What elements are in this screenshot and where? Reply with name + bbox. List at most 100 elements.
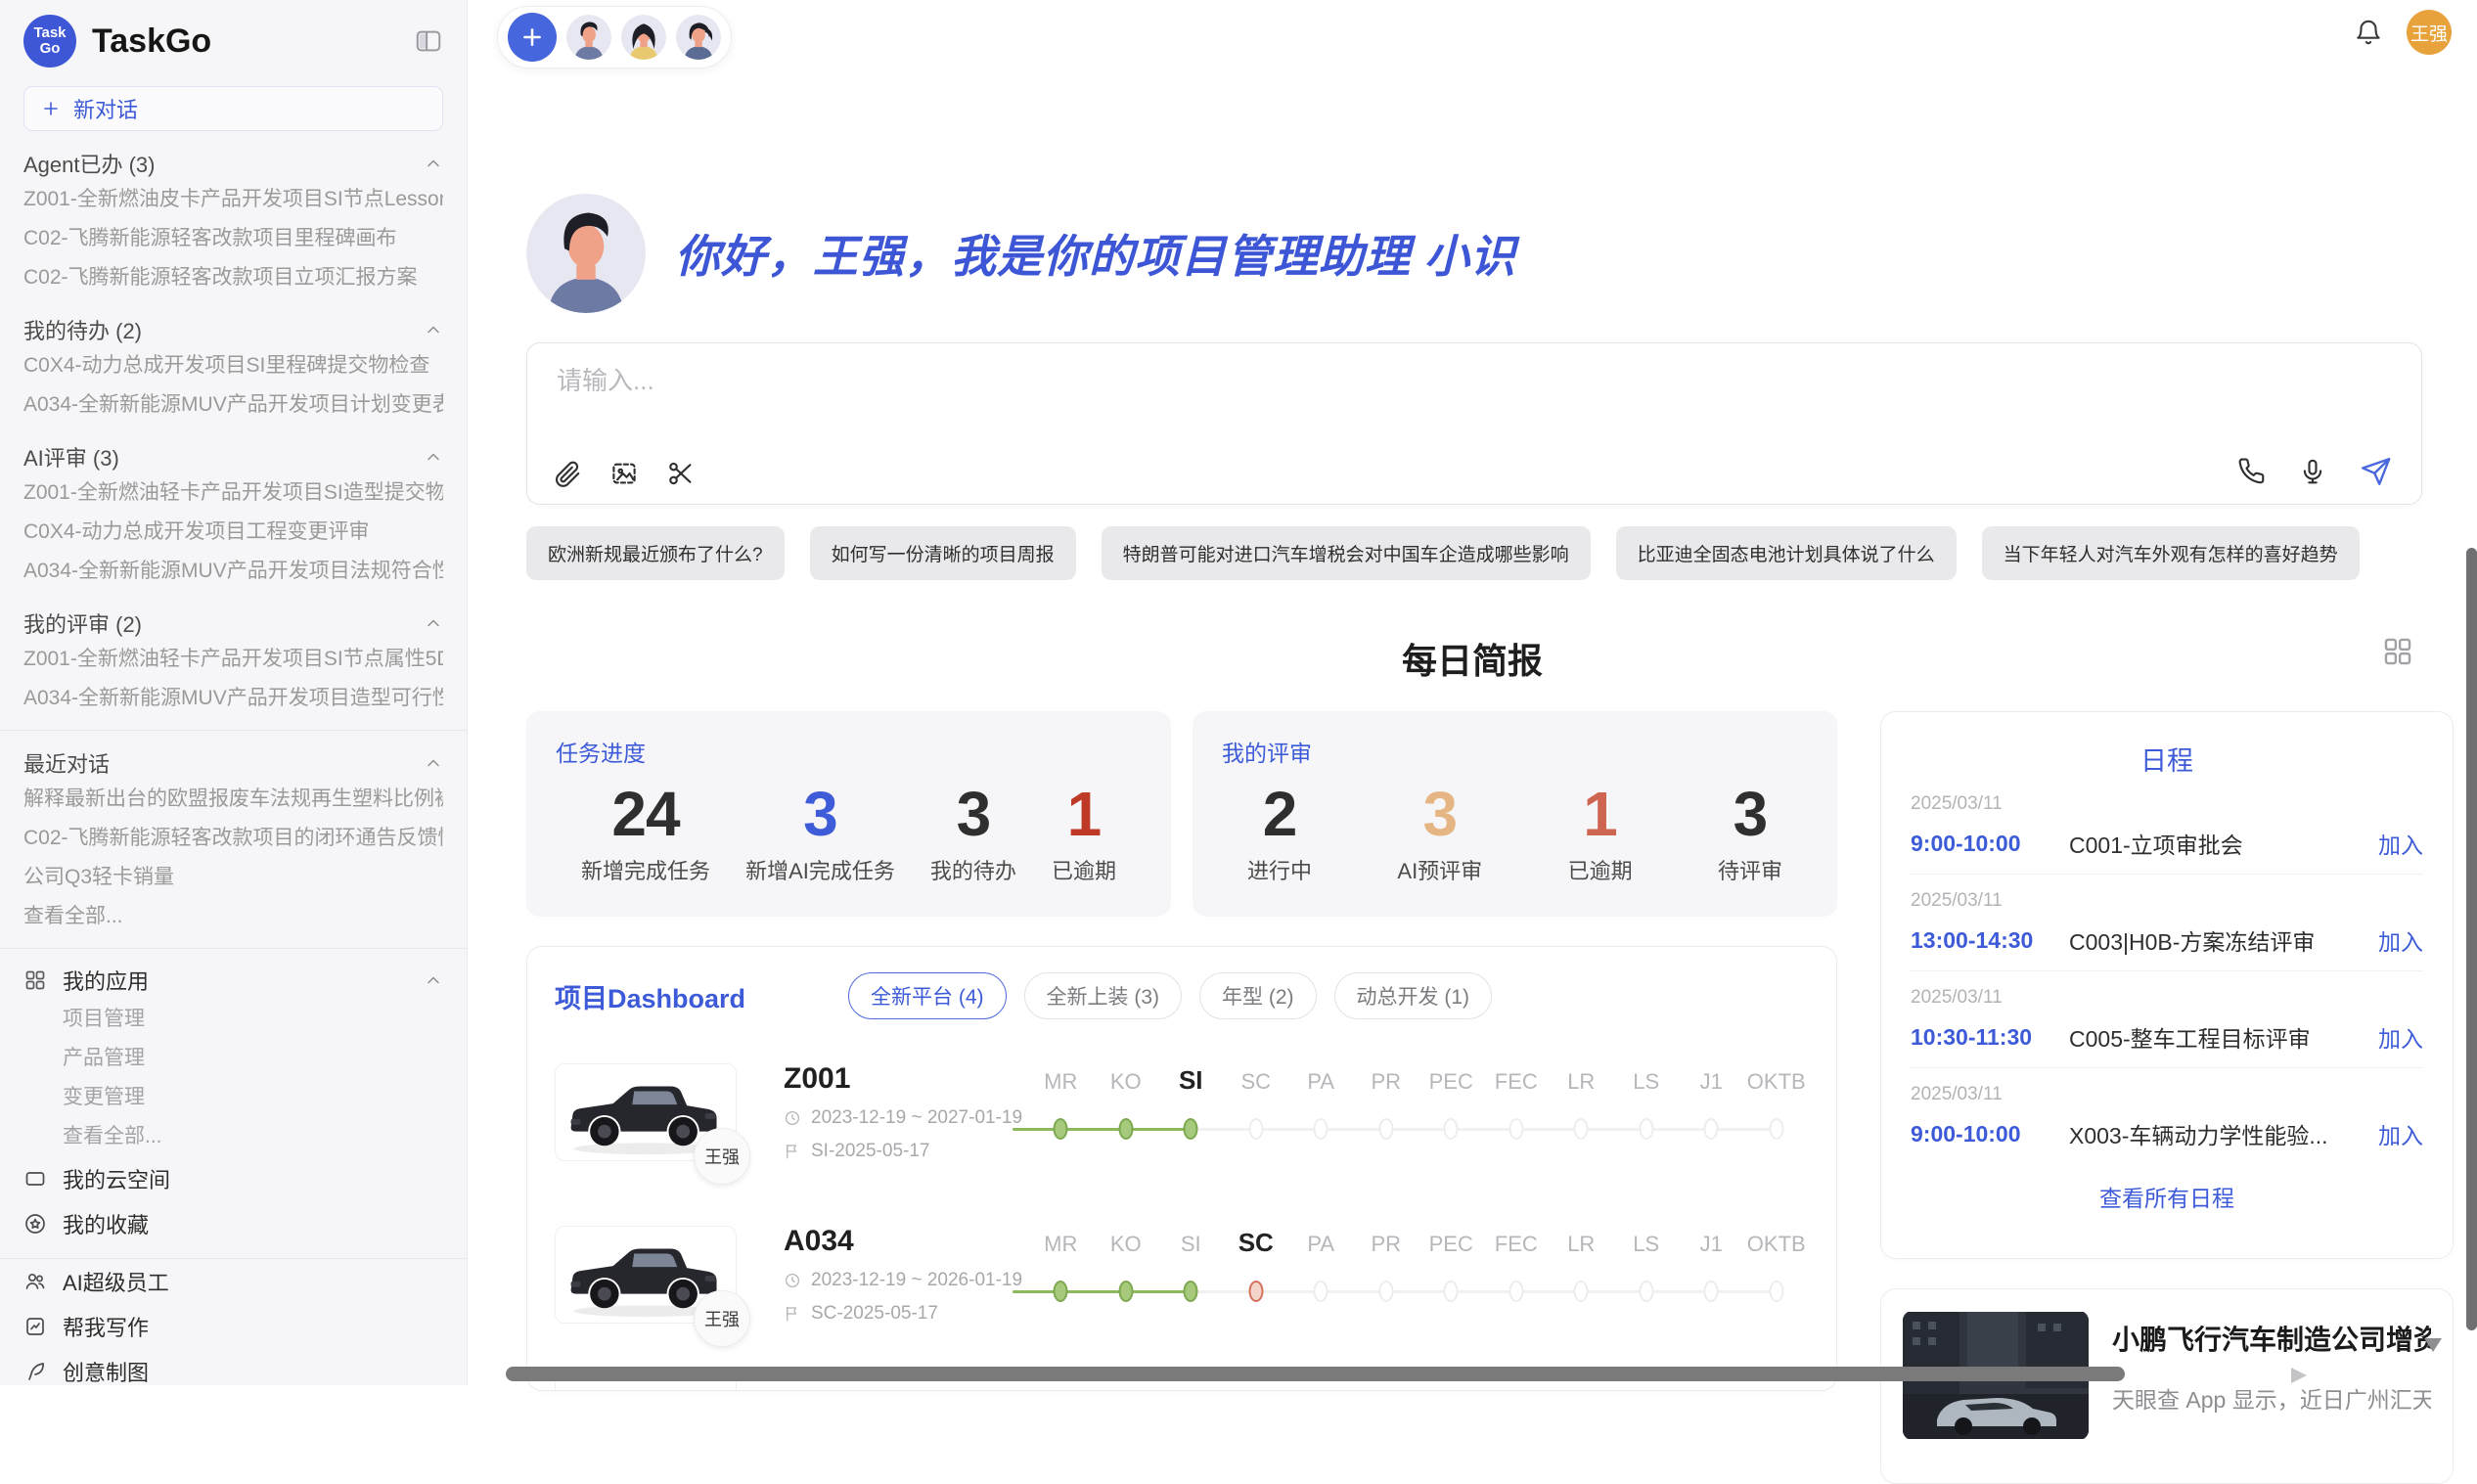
milestone-track: MRKOSISCPAPRPECFECLRLSJ1OKTB [1028,1063,1809,1161]
sidebar-tool-item[interactable]: AI超级员工 [23,1259,443,1304]
send-icon[interactable] [2359,455,2392,488]
app-sub-item[interactable]: 变更管理 [23,1078,443,1117]
milestone-dot [1574,1281,1589,1302]
dashboard-filter-tab[interactable]: 年型 (2) [1199,972,1317,1019]
dashboard-filter-tab[interactable]: 动总开发 (1) [1334,972,1493,1019]
project-owner-badge: 王强 [694,1128,750,1185]
scissors-icon[interactable] [666,459,696,488]
message-input[interactable] [555,365,2394,397]
recent-conversation-item[interactable]: 解释最新出台的欧盟报废车法规再生塑料比例被调至15%... [23,780,443,819]
project-image-wrap: 王强 [555,1226,737,1324]
topbar: 王强 [468,0,2477,68]
sidebar-task-item[interactable]: Z001-全新燃油皮卡产品开发项目SI节点Lesson Learn报告 [23,180,443,219]
sidebar-task-item[interactable]: C02-飞腾新能源轻客改款项目里程碑画布 [23,219,443,258]
join-meeting-link[interactable]: 加入 [2378,923,2423,957]
sidebar-task-item[interactable]: C0X4-动力总成开发项目工程变更评审 [23,513,443,552]
chevron-up-icon[interactable] [424,154,443,173]
view-all-schedule-link[interactable]: 查看所有日程 [1911,1180,2423,1213]
sidebar-section-header[interactable]: 我的评审 (2) [23,607,443,640]
milestone-dot [1314,1281,1329,1302]
member-avatar-3[interactable] [676,15,721,60]
sidebar-task-item[interactable]: C02-飞腾新能源轻客改款项目立项汇报方案 [23,258,443,297]
project-row: 王强A0342023-12-19 ~ 2026-01-19SC-2025-05-… [555,1205,1809,1344]
schedule-date: 2025/03/11 [1911,1084,2423,1105]
sidebar-section-header[interactable]: AI评审 (3) [23,440,443,473]
sidebar-item-cloud-space[interactable]: 我的云空间 [23,1156,443,1201]
stat-value: 3 [930,778,1016,850]
chevron-up-icon[interactable] [424,320,443,339]
milestone-label: SC [1240,1069,1271,1095]
sidebar-task-item[interactable]: Z001-全新燃油轻卡产品开发项目SI造型提交物评审 [23,473,443,513]
news-card[interactable]: 小鹏飞行汽车制造公司增资 天眼查 App 显示，近日广州汇天飞行汽... [1880,1288,2454,1484]
milestone-label: LR [1567,1069,1595,1095]
sidebar-section-header[interactable]: Agent已办 (3) [23,147,443,180]
project-date-range: 2023-12-19 ~ 2027-01-19 [811,1107,1022,1129]
milestone-label: FEC [1495,1232,1538,1257]
composer[interactable] [526,342,2422,505]
conversation-switcher [497,6,732,68]
new-chat-button[interactable]: 新对话 [23,86,443,131]
microphone-icon[interactable] [2298,457,2327,486]
join-meeting-link[interactable]: 加入 [2378,1020,2423,1054]
suggestion-chip[interactable]: 特朗普可能对进口汽车增税会对中国车企造成哪些影响 [1102,526,1591,580]
sidebar-item-favorites[interactable]: 我的收藏 [23,1201,443,1246]
image-upload-icon[interactable] [609,459,639,488]
schedule-event-title: C003|H0B-方案冻结评审 [2069,923,2366,957]
recent-conversation-item[interactable]: C02-飞腾新能源轻客改款项目的闭环通告反馈情况 [23,819,443,858]
vertical-scrollbar[interactable] [2466,548,2477,1330]
join-meeting-link[interactable]: 加入 [2378,1117,2423,1150]
schedule-date: 2025/03/11 [1911,793,2423,815]
schedule-event-title: C001-立项审批会 [2069,827,2366,860]
sidebar-item-my-apps[interactable]: 我的应用 [23,961,443,1000]
add-conversation-button[interactable] [508,13,557,62]
milestone-dot [1184,1281,1198,1302]
suggestion-chip[interactable]: 当下年轻人对汽车外观有怎样的喜好趋势 [1982,526,2360,580]
milestone-dot [1509,1118,1523,1140]
sidebar-tool-item[interactable]: 帮我写作 [23,1304,443,1349]
member-avatar-1[interactable] [566,15,611,60]
layout-grid-icon[interactable] [2381,635,2414,668]
scroll-down-arrow-icon[interactable] [2424,1338,2442,1352]
assistant-avatar [526,194,646,313]
user-avatar[interactable]: 王强 [2407,10,2452,55]
recent-conversation-item[interactable]: 查看全部... [23,897,443,936]
chevron-up-icon[interactable] [424,753,443,773]
recent-conversation-item[interactable]: 公司Q3轻卡销量 [23,858,443,897]
project-name: Z001 [784,1062,1028,1096]
sidebar-task-item[interactable]: A034-全新新能源MUV产品开发项目法规符合性评审 [23,552,443,591]
member-avatar-2[interactable] [621,15,666,60]
notification-bell-icon[interactable] [2354,18,2383,47]
sidebar-section-header[interactable]: 最近对话 [23,746,443,780]
dashboard-filter-tab[interactable]: 全新上装 (3) [1024,972,1183,1019]
chevron-up-icon[interactable] [424,970,443,990]
milestone-dot [1378,1281,1393,1302]
sidebar-collapse-icon[interactable] [414,26,443,56]
sidebar-task-item[interactable]: A034-全新新能源MUV产品开发项目造型可行性评审 [23,679,443,718]
app-sub-item[interactable]: 产品管理 [23,1039,443,1078]
sidebar-task-item[interactable]: A034-全新新能源MUV产品开发项目计划变更表编写 [23,385,443,425]
sidebar-link-label: 我的云空间 [63,1163,170,1194]
milestone-dot [1769,1281,1783,1302]
chevron-up-icon[interactable] [424,447,443,467]
app-sub-item[interactable]: 查看全部... [23,1117,443,1156]
schedule-title: 日程 [1911,740,2423,778]
logo-text-top: Task [33,25,66,41]
horizontal-scrollbar[interactable] [506,1367,2125,1381]
milestone-dot [1184,1118,1198,1140]
phone-call-icon[interactable] [2237,457,2267,486]
project-dates: 2023-12-19 ~ 2027-01-19 [784,1107,1028,1129]
sidebar-tool-item[interactable]: 创意制图 [23,1349,443,1385]
sidebar-task-item[interactable]: Z001-全新燃油轻卡产品开发项目SI节点属性5D文件评审 [23,640,443,679]
dashboard-filter-tab[interactable]: 全新平台 (4) [848,972,1007,1019]
attachment-icon[interactable] [553,459,582,488]
join-meeting-link[interactable]: 加入 [2378,827,2423,860]
chevron-up-icon[interactable] [424,613,443,633]
suggestion-chip[interactable]: 比亚迪全固态电池计划具体说了什么 [1616,526,1957,580]
suggestion-chip[interactable]: 如何写一份清晰的项目周报 [810,526,1076,580]
sidebar-task-item[interactable]: C0X4-动力总成开发项目SI里程碑提交物检查 [23,346,443,385]
scroll-right-arrow-icon[interactable] [2291,1368,2307,1383]
sidebar-section-header[interactable]: 我的待办 (2) [23,313,443,346]
schedule-item: 2025/03/119:00-10:00X003-车辆动力学性能验...加入 [1911,1068,2423,1164]
suggestion-chip[interactable]: 欧洲新规最近颁布了什么? [526,526,785,580]
app-sub-item[interactable]: 项目管理 [23,1000,443,1039]
